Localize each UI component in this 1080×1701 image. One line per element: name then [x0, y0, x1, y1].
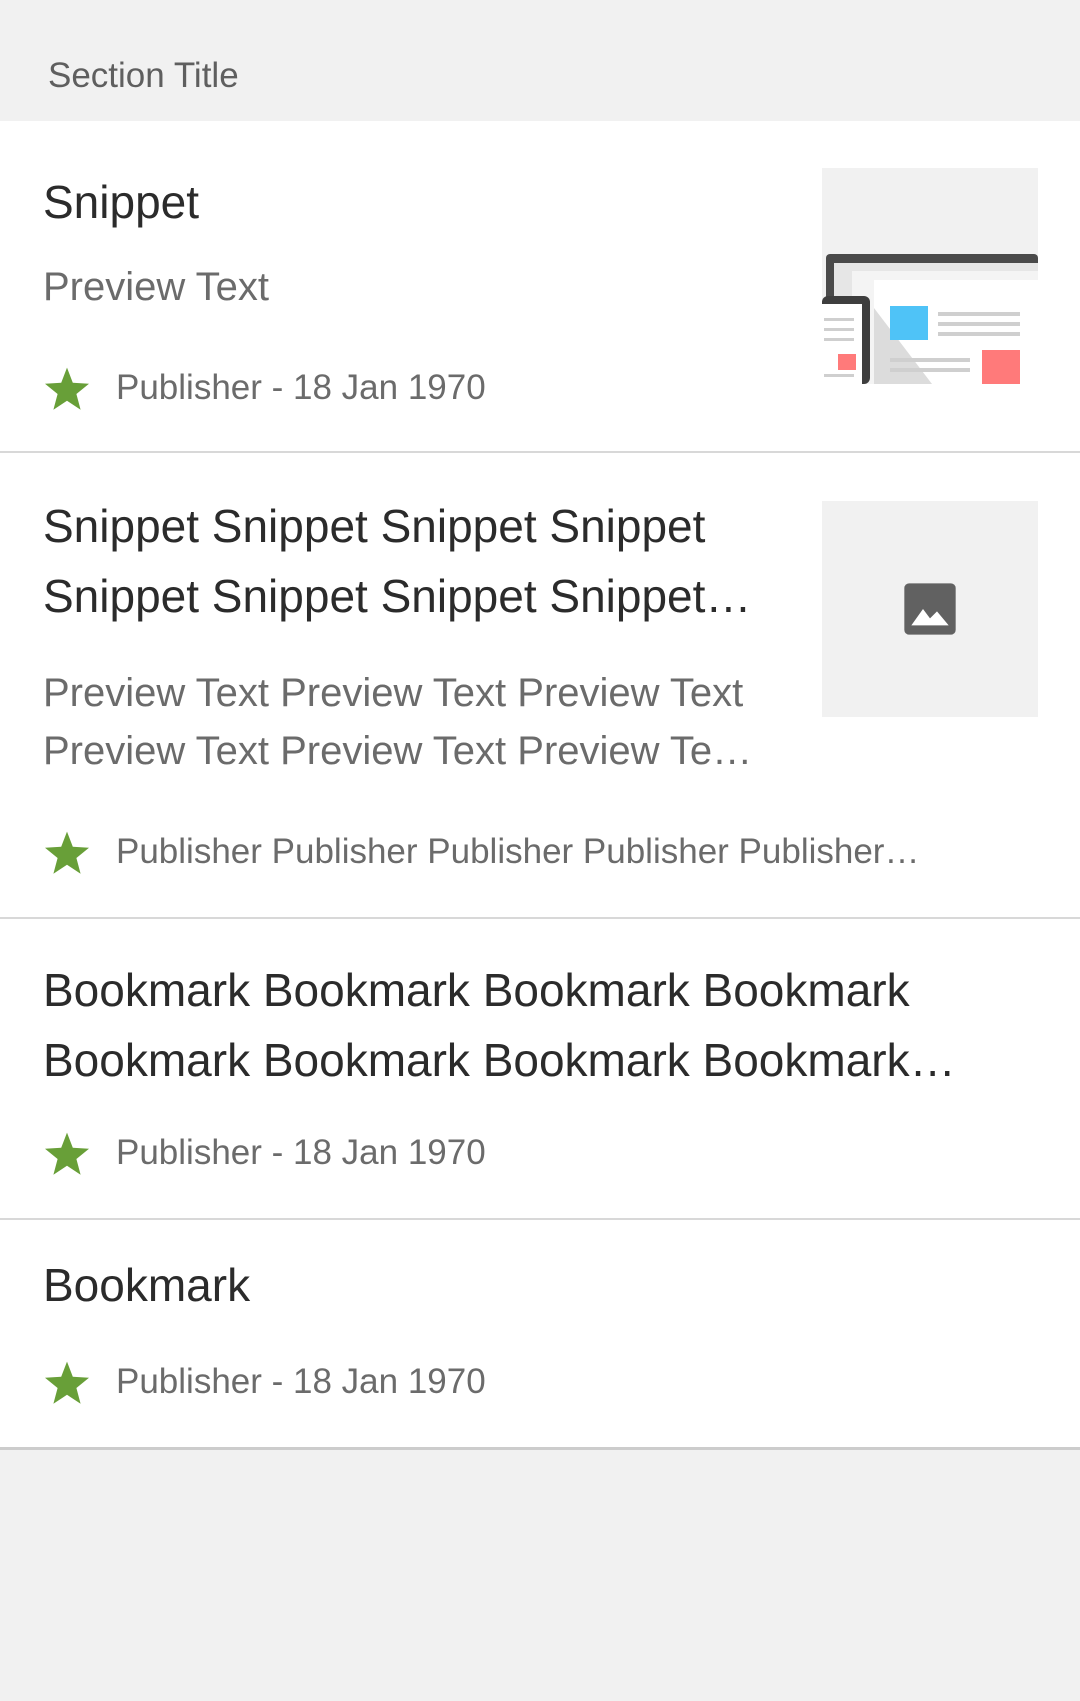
card-meta: Publisher - 18 Jan 1970 — [43, 1128, 943, 1178]
content-card[interactable]: Snippet Preview Text Publisher - 18 Jan … — [0, 121, 1080, 453]
content-card[interactable]: Bookmark Publisher - 18 Jan 1970 — [0, 1220, 1080, 1450]
image-placeholder-icon — [904, 583, 956, 635]
card-thumbnail — [822, 168, 1038, 384]
card-title: Snippet Snippet Snippet Snippet Snippet … — [43, 500, 752, 622]
card-meta: Publisher - 18 Jan 1970 — [43, 363, 943, 413]
card-meta-text: Publisher - 18 Jan 1970 — [116, 1133, 486, 1172]
section-title: Section Title — [48, 56, 239, 95]
card-meta-text: Publisher - 18 Jan 1970 — [116, 368, 486, 407]
section-header: Section Title — [0, 0, 1080, 121]
card-preview: Preview Text Preview Text Preview Text P… — [43, 671, 753, 773]
star-icon — [45, 367, 89, 410]
content-card[interactable]: Snippet Snippet Snippet Snippet Snippet … — [0, 453, 1080, 919]
card-meta: Publisher - 18 Jan 1970 — [43, 1357, 943, 1407]
card-title: Bookmark — [43, 1259, 251, 1311]
star-icon — [45, 831, 89, 874]
card-meta: Publisher Publisher Publisher Publisher … — [43, 827, 943, 877]
content-card[interactable]: Bookmark Bookmark Bookmark Bookmark Book… — [0, 919, 1080, 1220]
card-preview: Preview Text — [43, 265, 270, 309]
card-meta-text: Publisher Publisher Publisher Publisher … — [116, 832, 920, 871]
star-icon — [45, 1361, 89, 1404]
card-title: Snippet — [43, 176, 200, 228]
star-icon — [45, 1132, 89, 1175]
card-meta-text: Publisher - 18 Jan 1970 — [116, 1362, 486, 1401]
card-thumbnail — [822, 501, 1038, 717]
article-illustration-icon — [822, 168, 1038, 384]
card-title: Bookmark Bookmark Bookmark Bookmark Book… — [43, 964, 956, 1086]
